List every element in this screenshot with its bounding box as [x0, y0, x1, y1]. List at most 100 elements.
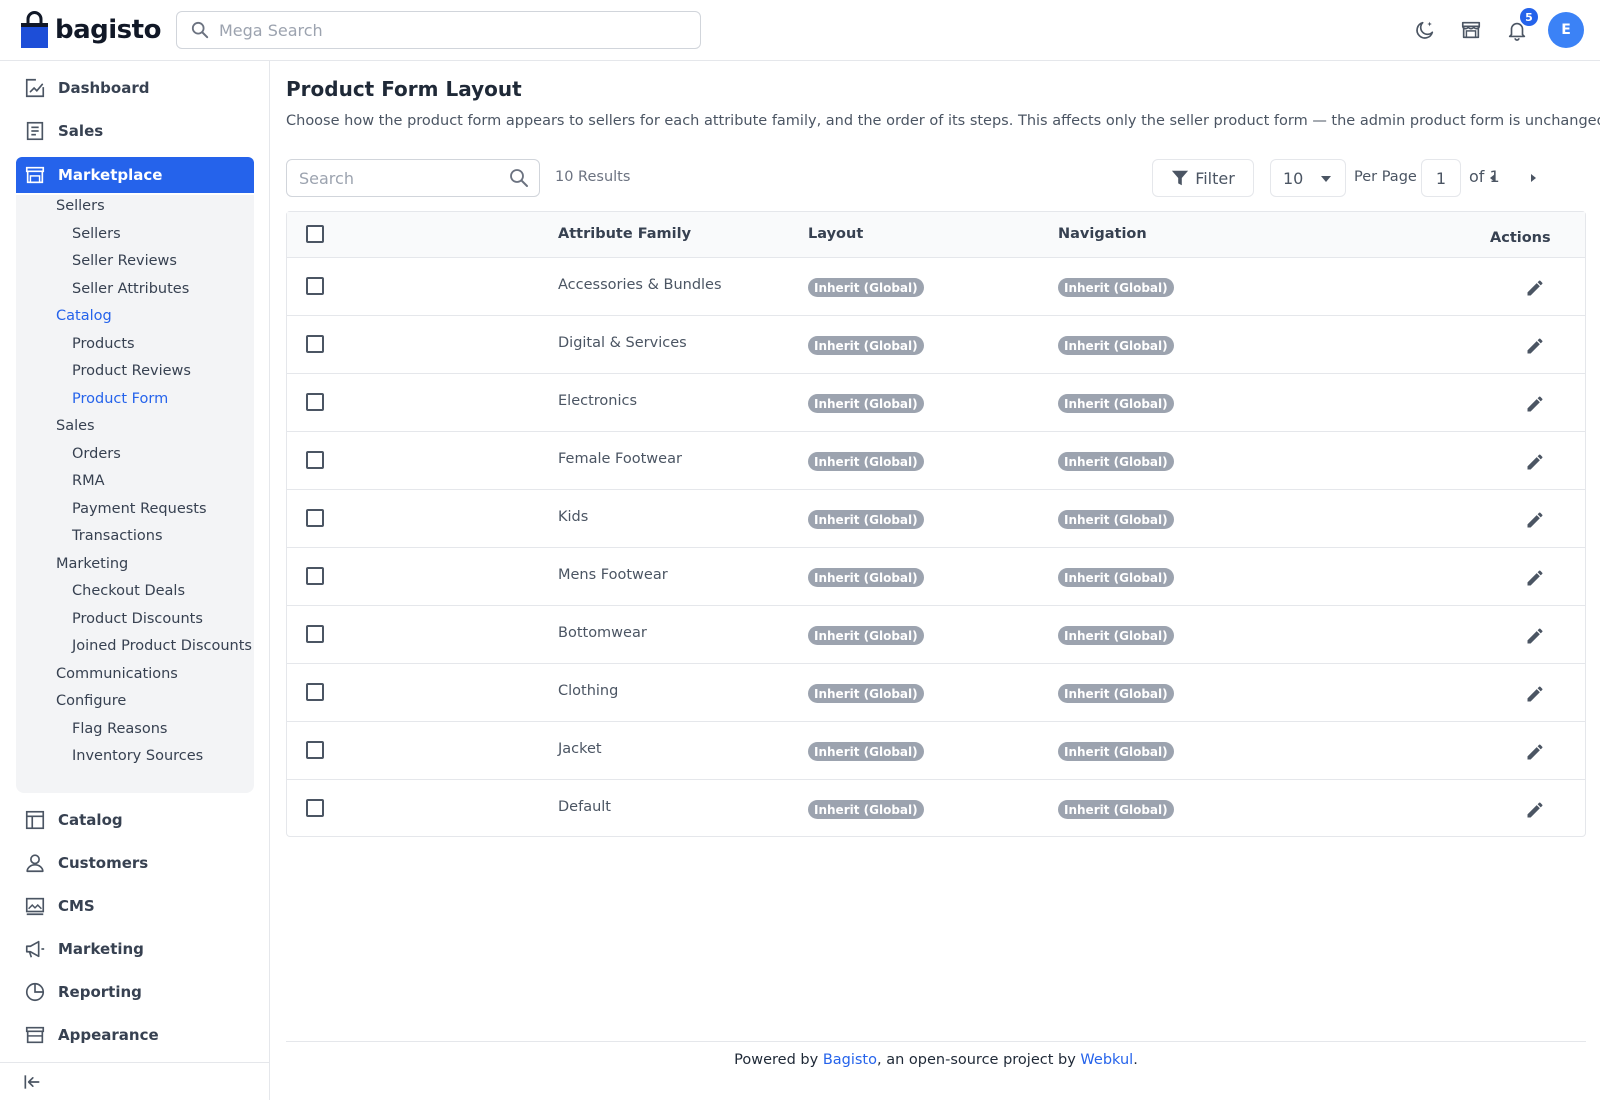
navigation-badge: Inherit (Global)	[1058, 452, 1174, 471]
sidebar-item-customers[interactable]: Customers	[16, 845, 254, 881]
cell-attribute-family: Digital & Services	[558, 335, 687, 351]
cell-attribute-family: Female Footwear	[558, 451, 682, 467]
notification-count-badge: 5	[1520, 8, 1538, 26]
row-checkbox[interactable]	[306, 335, 324, 353]
visit-store-button[interactable]	[1458, 17, 1484, 43]
submenu-communications[interactable]: Communications	[56, 666, 178, 682]
layout-badge: Inherit (Global)	[808, 742, 924, 761]
submenu-sellers-group[interactable]: Sellers	[56, 198, 105, 214]
brand-name: bagisto	[55, 15, 161, 45]
dark-mode-toggle[interactable]	[1412, 17, 1438, 43]
receipt-icon	[26, 121, 44, 141]
page-number-input[interactable]	[1421, 159, 1461, 197]
navigation-badge: Inherit (Global)	[1058, 394, 1174, 413]
edit-button[interactable]	[1523, 566, 1547, 590]
sidebar-item-label: Marketplace	[58, 166, 163, 184]
table-row: Jacket Inherit (Global) Inherit (Global)	[287, 722, 1585, 780]
cell-attribute-family: Clothing	[558, 683, 619, 699]
row-checkbox[interactable]	[306, 277, 324, 295]
sidebar-item-reporting[interactable]: Reporting	[16, 974, 254, 1010]
search-icon[interactable]	[509, 168, 529, 188]
row-checkbox[interactable]	[306, 451, 324, 469]
submenu-configure-group[interactable]: Configure	[56, 693, 126, 709]
edit-button[interactable]	[1523, 276, 1547, 300]
submenu-payment-requests[interactable]: Payment Requests	[72, 501, 207, 517]
mega-search-box[interactable]	[176, 11, 701, 49]
submenu-sellers[interactable]: Sellers	[72, 226, 121, 242]
edit-button[interactable]	[1523, 508, 1547, 532]
edit-button[interactable]	[1523, 450, 1547, 474]
submenu-marketing-group[interactable]: Marketing	[56, 556, 128, 572]
mega-search-input[interactable]	[219, 20, 679, 40]
user-avatar[interactable]: E	[1548, 12, 1584, 48]
edit-button[interactable]	[1523, 798, 1547, 822]
megaphone-icon	[25, 940, 45, 958]
sidebar-item-label: Appearance	[58, 1026, 159, 1044]
pencil-icon	[1527, 396, 1543, 412]
row-checkbox[interactable]	[306, 567, 324, 585]
sidebar-item-marketplace[interactable]: Marketplace	[16, 157, 254, 193]
submenu-transactions[interactable]: Transactions	[72, 528, 163, 544]
submenu-product-form[interactable]: Product Form	[72, 391, 168, 407]
edit-button[interactable]	[1523, 392, 1547, 416]
row-checkbox[interactable]	[306, 393, 324, 411]
sidebar-item-catalog[interactable]: Catalog	[16, 802, 254, 838]
row-checkbox[interactable]	[306, 741, 324, 759]
submenu-rma[interactable]: RMA	[72, 473, 105, 489]
datagrid-search-box[interactable]	[286, 159, 540, 197]
sidebar-item-dashboard[interactable]: Dashboard	[16, 70, 254, 106]
submenu-checkout-deals[interactable]: Checkout Deals	[72, 583, 185, 599]
store-icon	[25, 166, 45, 184]
table-row: Kids Inherit (Global) Inherit (Global)	[287, 490, 1585, 548]
layout-badge: Inherit (Global)	[808, 626, 924, 645]
brand-logo[interactable]: bagisto	[20, 10, 161, 50]
sidebar-item-marketing[interactable]: Marketing	[16, 931, 254, 967]
header-actions: 5 E	[1392, 8, 1584, 50]
submenu-flag-reasons[interactable]: Flag Reasons	[72, 721, 167, 737]
bagisto-link[interactable]: Bagisto	[823, 1052, 877, 1068]
edit-button[interactable]	[1523, 740, 1547, 764]
pencil-icon	[1527, 744, 1543, 760]
prev-page-button[interactable]	[1482, 167, 1504, 189]
submenu-product-discounts[interactable]: Product Discounts	[72, 611, 203, 627]
edit-button[interactable]	[1523, 624, 1547, 648]
caret-down-icon	[1321, 176, 1331, 182]
next-page-button[interactable]	[1522, 167, 1544, 189]
pencil-icon	[1527, 686, 1543, 702]
datagrid-search-input[interactable]	[299, 168, 509, 188]
sidebar-item-label: CMS	[58, 897, 95, 915]
submenu-inventory-sources[interactable]: Inventory Sources	[72, 748, 203, 764]
submenu-seller-reviews[interactable]: Seller Reviews	[72, 253, 177, 269]
row-checkbox[interactable]	[306, 799, 324, 817]
sidebar-item-appearance[interactable]: Appearance	[16, 1017, 254, 1053]
table-row: Accessories & Bundles Inherit (Global) Inh…	[287, 258, 1585, 316]
submenu-product-reviews[interactable]: Product Reviews	[72, 363, 191, 379]
webkul-link[interactable]: Webkul	[1080, 1052, 1133, 1068]
submenu-seller-attributes[interactable]: Seller Attributes	[72, 281, 189, 297]
row-checkbox[interactable]	[306, 509, 324, 527]
per-page-select[interactable]: 10	[1270, 159, 1346, 197]
filter-label: Filter	[1195, 168, 1235, 188]
sidebar-item-label: Catalog	[58, 811, 123, 829]
column-header-attribute-family: Attribute Family	[558, 226, 692, 242]
filter-button[interactable]: Filter	[1152, 159, 1254, 197]
submenu-joined-product-discounts[interactable]: Joined Product Discounts	[72, 638, 252, 654]
navigation-badge: Inherit (Global)	[1058, 510, 1174, 529]
select-all-checkbox[interactable]	[306, 225, 324, 243]
edit-button[interactable]	[1523, 334, 1547, 358]
submenu-catalog-group[interactable]: Catalog	[56, 308, 112, 324]
submenu-sales-group[interactable]: Sales	[56, 418, 95, 434]
sidebar-item-sales[interactable]: Sales	[16, 113, 254, 149]
submenu-orders[interactable]: Orders	[72, 446, 121, 462]
layout-badge: Inherit (Global)	[808, 278, 924, 297]
submenu-products[interactable]: Products	[72, 336, 135, 352]
row-checkbox[interactable]	[306, 625, 324, 643]
edit-button[interactable]	[1523, 682, 1547, 706]
results-count: 10 Results	[555, 169, 631, 185]
notifications-button[interactable]: 5	[1504, 8, 1538, 43]
sidebar-item-cms[interactable]: CMS	[16, 888, 254, 924]
pencil-icon	[1527, 338, 1543, 354]
row-checkbox[interactable]	[306, 683, 324, 701]
image-icon	[25, 897, 45, 916]
sidebar-collapse-button[interactable]	[0, 1062, 269, 1100]
